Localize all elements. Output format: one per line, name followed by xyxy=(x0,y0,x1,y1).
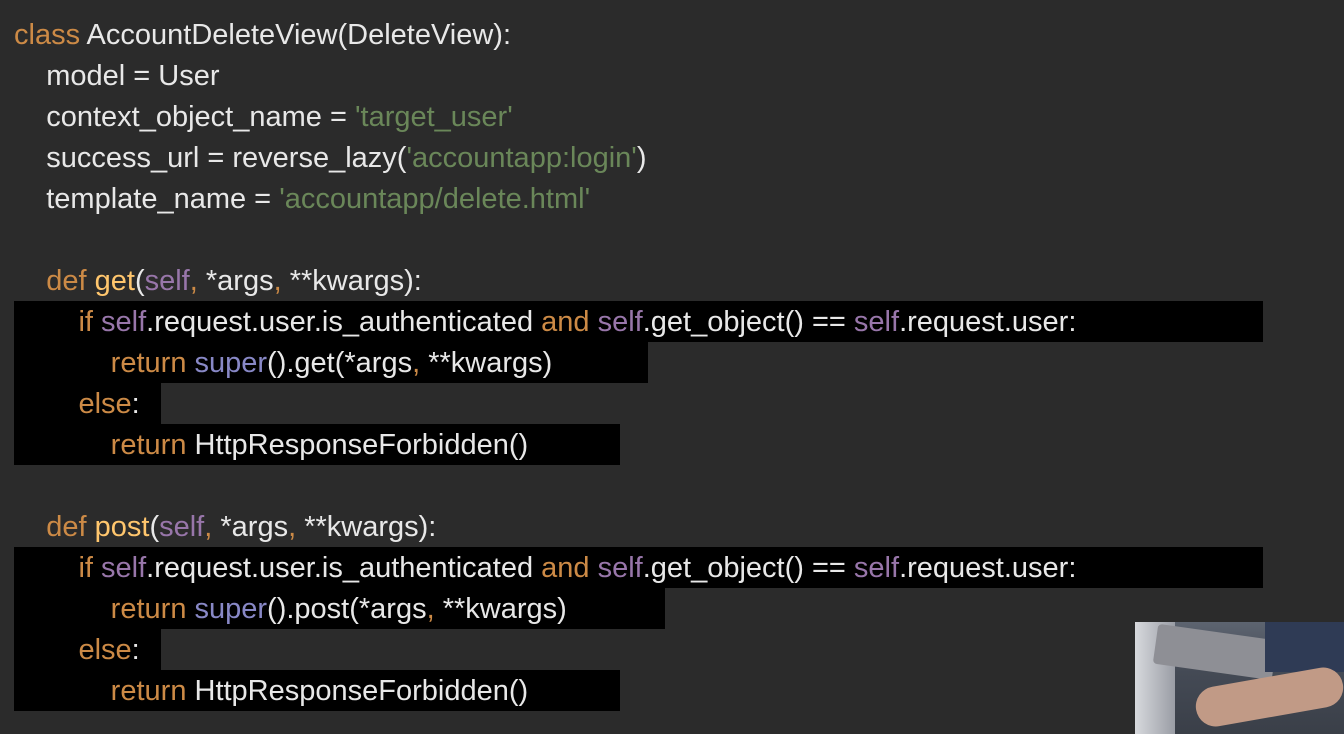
code-token: 'target_user' xyxy=(354,101,513,133)
code-token: def xyxy=(14,265,95,297)
code-token: ().post(*args xyxy=(267,593,427,625)
code-token: 'accountapp/delete.html' xyxy=(279,183,591,215)
code-token: class xyxy=(14,19,87,51)
code-token: AccountDeleteView(DeleteView): xyxy=(86,19,512,51)
code-token: **kwargs): xyxy=(304,511,437,543)
code-token: .request.user.is_authenticated xyxy=(146,306,542,338)
code-token: super xyxy=(194,347,268,379)
code-token: : xyxy=(131,634,140,666)
code-token: self xyxy=(597,552,643,584)
code-token: def xyxy=(14,511,95,543)
code-token: .request.user: xyxy=(899,552,1077,584)
code-token: get xyxy=(94,265,135,297)
code-token: self xyxy=(101,552,147,584)
code-token: template_name = xyxy=(14,183,280,215)
code-line[interactable]: model = User xyxy=(14,56,220,97)
code-token: self xyxy=(144,265,190,297)
code-token: post xyxy=(94,511,150,543)
code-line[interactable]: else: xyxy=(14,384,140,425)
code-line[interactable]: return super().post(*args, **kwargs) xyxy=(14,589,567,630)
code-line[interactable]: def post(self, *args, **kwargs): xyxy=(14,507,436,548)
code-token: if xyxy=(14,306,102,338)
code-line[interactable]: else: xyxy=(14,630,140,671)
code-token: model = User xyxy=(14,60,220,92)
code-line[interactable]: if self.request.user.is_authenticated an… xyxy=(14,302,1076,343)
code-line[interactable]: context_object_name = 'target_user' xyxy=(14,97,513,138)
code-token: self xyxy=(159,511,205,543)
code-line[interactable]: class AccountDeleteView(DeleteView): xyxy=(14,15,511,56)
code-token: : xyxy=(131,388,140,420)
code-token: , xyxy=(189,265,206,297)
code-token: ( xyxy=(149,511,160,543)
code-token: ().get(*args xyxy=(267,347,413,379)
code-token: *args xyxy=(220,511,289,543)
code-token: self xyxy=(101,306,147,338)
code-token: self xyxy=(853,306,900,338)
code-token: .request.user: xyxy=(899,306,1077,338)
code-token: self xyxy=(853,552,900,584)
code-token: , xyxy=(412,347,429,379)
code-token: , xyxy=(288,511,305,543)
code-line[interactable]: return HttpResponseForbidden() xyxy=(14,671,529,712)
code-token: return xyxy=(14,347,195,379)
code-token: and xyxy=(541,306,598,338)
code-token: return xyxy=(14,675,195,707)
code-token: return xyxy=(14,429,195,461)
code-token: HttpResponseForbidden() xyxy=(194,675,529,707)
code-token: , xyxy=(273,265,290,297)
code-line[interactable]: if self.request.user.is_authenticated an… xyxy=(14,548,1076,589)
code-token: .request.user.is_authenticated xyxy=(146,552,542,584)
code-token: context_object_name = xyxy=(14,101,355,133)
code-token: .get_object() == xyxy=(642,306,854,338)
webcam-overlay xyxy=(1135,622,1344,734)
code-line[interactable]: return super().get(*args, **kwargs) xyxy=(14,343,553,384)
code-token: super xyxy=(194,593,268,625)
code-token: , xyxy=(204,511,221,543)
code-line[interactable]: return HttpResponseForbidden() xyxy=(14,425,529,466)
code-token: **kwargs) xyxy=(428,347,553,379)
code-token: 'accountapp:login' xyxy=(406,142,637,174)
code-token: else xyxy=(14,388,132,420)
code-token: self xyxy=(597,306,643,338)
code-token: success_url = reverse_lazy( xyxy=(14,142,407,174)
code-token: if xyxy=(14,552,102,584)
code-token: , xyxy=(426,593,443,625)
code-line[interactable]: def get(self, *args, **kwargs): xyxy=(14,261,422,302)
code-line[interactable]: success_url = reverse_lazy('accountapp:l… xyxy=(14,138,646,179)
code-token: return xyxy=(14,593,195,625)
code-token: ( xyxy=(134,265,145,297)
code-token: **kwargs) xyxy=(442,593,567,625)
code-token: else xyxy=(14,634,132,666)
code-token: HttpResponseForbidden() xyxy=(194,429,529,461)
code-token: *args xyxy=(205,265,274,297)
code-token: **kwargs): xyxy=(289,265,422,297)
code-token: .get_object() == xyxy=(642,552,854,584)
code-token: ) xyxy=(636,142,647,174)
code-line[interactable]: template_name = 'accountapp/delete.html' xyxy=(14,179,590,220)
code-token: and xyxy=(541,552,598,584)
